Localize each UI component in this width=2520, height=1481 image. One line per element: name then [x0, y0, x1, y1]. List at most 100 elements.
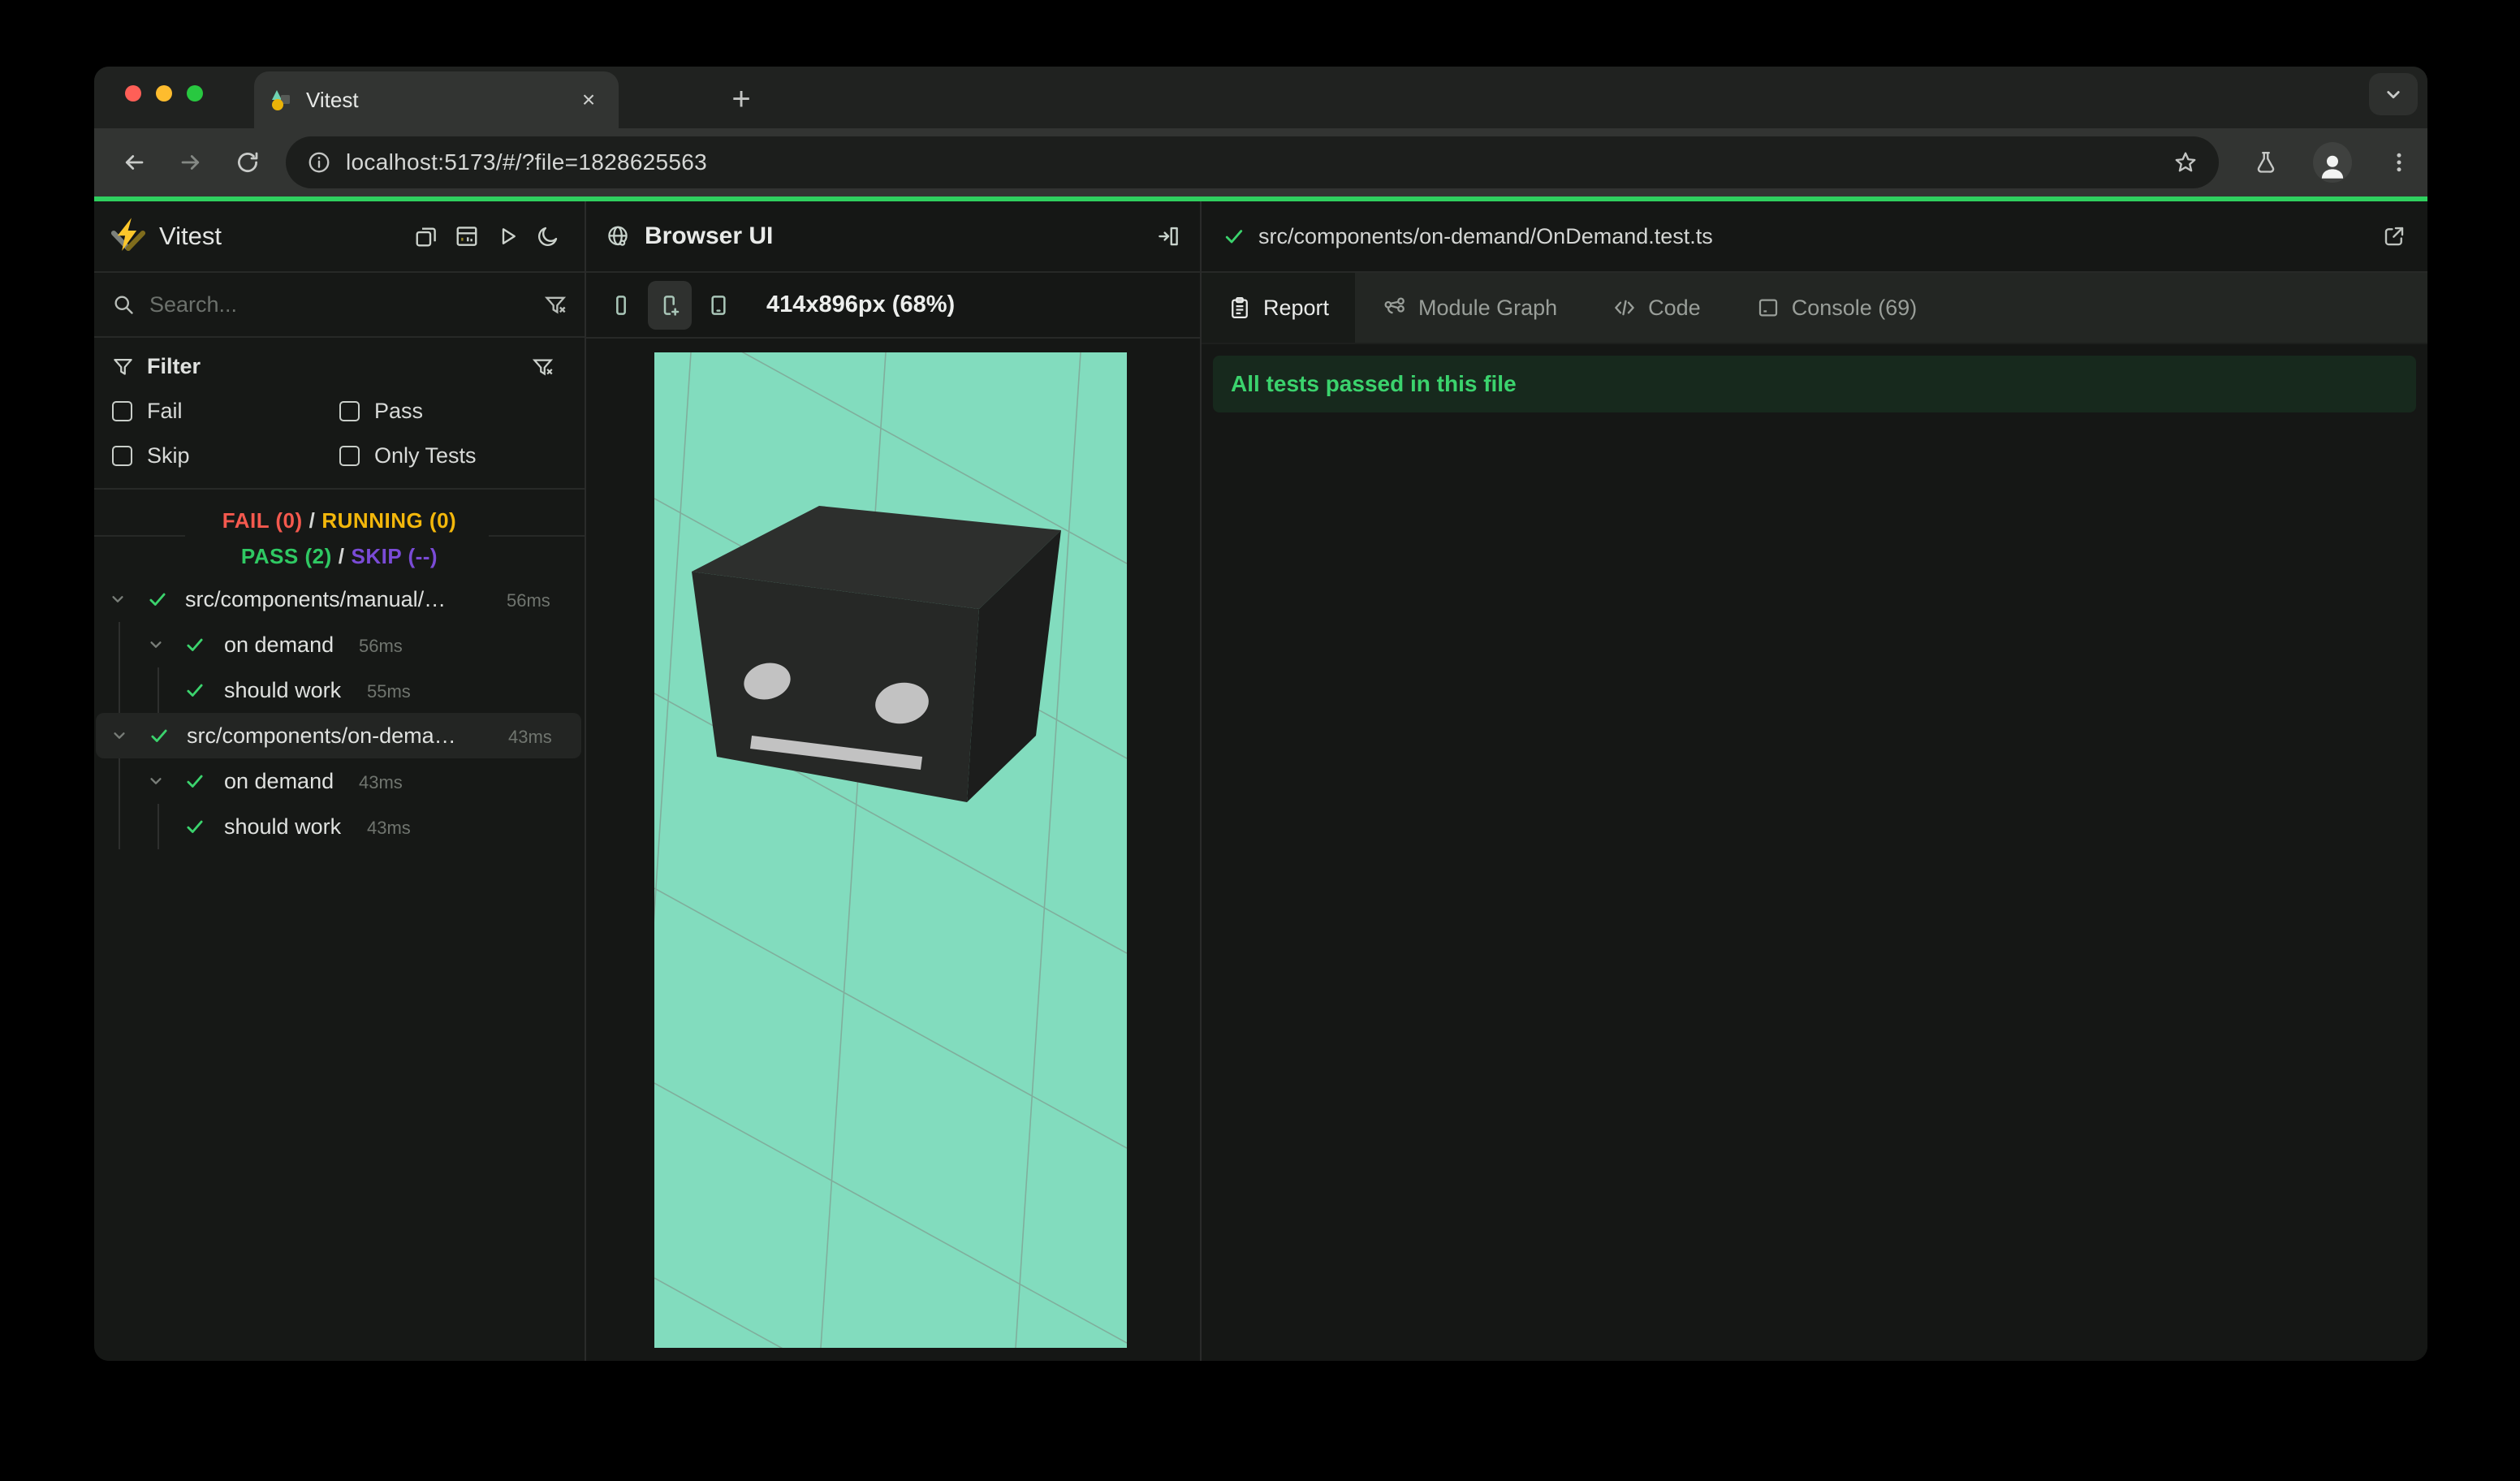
browser-ui-title: Browser UI: [645, 222, 774, 249]
pass-check-icon: [151, 729, 167, 742]
duration-label: 43ms: [359, 772, 403, 792]
pass-check-icon: [187, 820, 203, 833]
filter-title: Filter: [147, 354, 201, 378]
test-case-row[interactable]: should work 55ms: [94, 667, 585, 713]
new-tab-button[interactable]: +: [723, 81, 759, 117]
report-header: src/components/on-demand/OnDemand.test.t…: [1202, 201, 2427, 273]
checkbox[interactable]: [112, 446, 132, 466]
checkbox[interactable]: [339, 446, 360, 466]
browser-window: Vitest × + localhost:5173/#/?file=182862…: [94, 67, 2427, 1361]
url-text: localhost:5173/#/?file=1828625563: [346, 149, 708, 175]
checkbox[interactable]: [112, 401, 132, 421]
filter-section: Filter Fail Pass Skip Only Tests: [94, 338, 585, 468]
browser-menu-icon[interactable]: [2380, 143, 2419, 182]
browser-ui-header: Browser UI: [586, 201, 1200, 273]
duration-label: 43ms: [508, 727, 552, 747]
code-icon: [1615, 300, 1634, 316]
module-graph-icon: [1384, 297, 1405, 314]
test-stats: FAIL (0) / RUNNING (0) PASS (2) / SKIP (--): [94, 488, 585, 576]
duration-label: 56ms: [507, 590, 550, 611]
fail-count: FAIL (0): [222, 508, 303, 533]
clipboard-icon: [1232, 297, 1248, 318]
dashboard-windows-icon[interactable]: [414, 224, 438, 248]
report-dashboard-icon[interactable]: [455, 224, 479, 248]
vite-favicon-icon: [270, 89, 293, 111]
reload-button[interactable]: [229, 144, 266, 181]
filter-checkbox-skip[interactable]: Skip: [112, 443, 339, 468]
profile-avatar[interactable]: [2313, 142, 2352, 183]
duration-label: 55ms: [367, 681, 411, 702]
close-window-button[interactable]: [125, 85, 141, 101]
console-icon: [1758, 299, 1777, 317]
test-file-row-selected[interactable]: src/components/on-dema… 43ms: [96, 713, 581, 758]
test-file-row[interactable]: src/components/manual/… 56ms: [94, 576, 585, 622]
sidebar: Vitest Search... Filter Fail Pass Skip O…: [94, 201, 586, 1361]
tab-module-graph[interactable]: Module Graph: [1355, 273, 1585, 343]
search-row: [94, 273, 585, 338]
pass-check-icon: [149, 593, 166, 606]
duration-label: 56ms: [359, 636, 403, 656]
clear-search-filter-icon[interactable]: [544, 293, 567, 316]
dark-mode-moon-icon[interactable]: [536, 224, 560, 248]
browser-toolbar: localhost:5173/#/?file=1828625563: [94, 128, 2427, 196]
viewport-area: [586, 339, 1200, 1361]
forward-button[interactable]: [172, 144, 209, 181]
back-button[interactable]: [115, 144, 153, 181]
pass-check-icon: [187, 638, 203, 651]
device-preset-tablet-button[interactable]: [697, 281, 740, 330]
tab-strip: Vitest × +: [94, 67, 2427, 128]
open-in-editor-icon[interactable]: [2382, 224, 2406, 248]
traffic-lights: [125, 85, 203, 101]
device-preset-small-button[interactable]: [599, 281, 643, 330]
report-tabs: Report Module Graph Code Console (69): [1202, 273, 2427, 344]
threejs-robot-scene: [654, 352, 1127, 1348]
tab-console[interactable]: Console (69): [1728, 273, 1945, 343]
clear-filters-icon[interactable]: [532, 356, 567, 378]
tab-report[interactable]: Report: [1202, 273, 1356, 343]
pass-count: PASS (2): [240, 544, 332, 568]
app-content: Vitest Search... Filter Fail Pass Skip O…: [94, 201, 2427, 1361]
device-preset-phone-plus-button[interactable]: [648, 280, 692, 330]
tab-close-icon[interactable]: ×: [575, 86, 602, 114]
bookmark-star-icon[interactable]: [2173, 150, 2198, 175]
sidebar-header: Vitest: [94, 201, 585, 273]
filter-checkbox-only-tests[interactable]: Only Tests: [339, 443, 567, 468]
running-count: RUNNING (0): [321, 508, 457, 533]
address-bar[interactable]: localhost:5173/#/?file=1828625563: [286, 136, 2219, 188]
funnel-icon: [114, 358, 132, 375]
globe-icon: [608, 226, 628, 246]
chevron-down-icon[interactable]: [109, 725, 130, 746]
browser-ui-pane: Browser UI 414x896px (68%): [586, 201, 1202, 1361]
filter-checkbox-pass[interactable]: Pass: [339, 399, 567, 424]
site-info-icon[interactable]: [307, 150, 331, 175]
app-title: Vitest: [159, 222, 222, 250]
all-tests-passed-banner: All tests passed in this file: [1213, 356, 2416, 412]
test-suite-row[interactable]: on demand 56ms: [94, 622, 585, 667]
zoom-window-button[interactable]: [187, 85, 203, 101]
checkbox[interactable]: [339, 401, 360, 421]
experiments-flask-icon[interactable]: [2246, 143, 2285, 182]
device-toolbar: 414x896px (68%): [586, 273, 1200, 339]
chevron-down-icon[interactable]: [145, 771, 166, 792]
chevron-down-icon[interactable]: [145, 634, 166, 655]
pass-check-icon: [1225, 230, 1243, 244]
test-iframe[interactable]: [654, 352, 1127, 1348]
pass-check-icon: [187, 775, 203, 788]
browser-tab[interactable]: Vitest ×: [254, 71, 619, 128]
minimize-window-button[interactable]: [156, 85, 172, 101]
run-all-play-icon[interactable]: [495, 224, 520, 248]
search-input[interactable]: [149, 291, 544, 317]
dock-panel-icon[interactable]: [1156, 224, 1180, 248]
chevron-down-icon[interactable]: [107, 589, 128, 610]
filter-checkbox-fail[interactable]: Fail: [112, 399, 339, 424]
test-tree: src/components/manual/… 56ms on demand 5…: [94, 576, 585, 1361]
pass-check-icon: [187, 684, 203, 697]
robot-head-cube: [692, 506, 1061, 802]
duration-label: 43ms: [367, 818, 411, 838]
viewport-size-label: 414x896px (68%): [766, 291, 956, 317]
tab-search-button[interactable]: [2369, 73, 2418, 115]
tab-code[interactable]: Code: [1585, 273, 1728, 343]
test-case-row[interactable]: should work 43ms: [94, 804, 585, 849]
search-icon: [114, 296, 133, 314]
test-suite-row[interactable]: on demand 43ms: [94, 758, 585, 804]
